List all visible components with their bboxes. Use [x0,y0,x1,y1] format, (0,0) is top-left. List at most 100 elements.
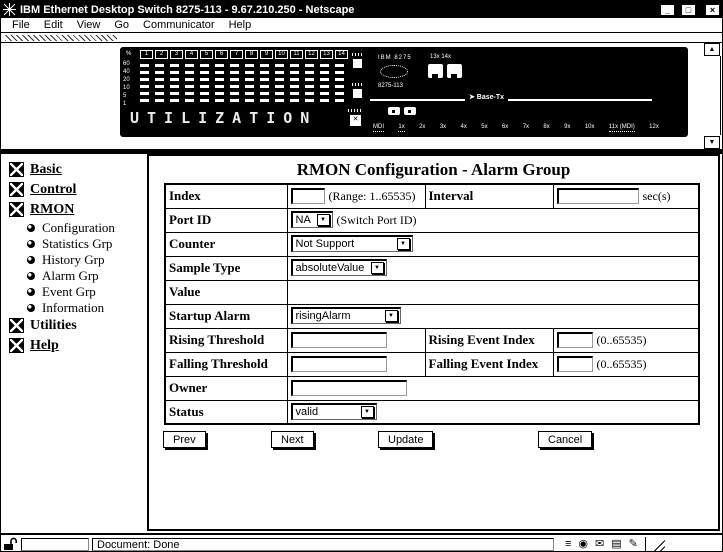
collapsed-toolbar-tab[interactable] [5,35,117,41]
port-number-box: 4 [185,50,198,59]
sidebar-item-basic[interactable]: Basic [9,161,147,178]
sidebar-link-label[interactable]: Help [30,338,59,354]
port-number-box: 3 [170,50,183,59]
rising-threshold-input[interactable] [291,332,387,348]
falling-event-index-label: Falling Event Index [425,352,553,376]
sidebar-sub-label[interactable]: Event Grp [42,284,96,300]
title-bar: IBM Ethernet Desktop Switch 8275-113 - 9… [1,1,722,18]
table-row: Startup Alarm risingAlarm ▼ [165,304,699,328]
port-id-select[interactable]: NA ▼ [291,211,333,228]
port-number-box: 8 [245,50,258,59]
startup-alarm-select[interactable]: risingAlarm ▼ [291,307,401,324]
sidebar-sub-label[interactable]: Information [42,300,104,316]
update-button[interactable]: Update [378,431,433,448]
sidebar-sub-label[interactable]: History Grp [42,252,104,268]
interval-input[interactable] [557,188,639,204]
bullet-icon [27,240,35,248]
broken-image-icon [9,318,24,333]
sidebar-link-label[interactable]: Basic [30,162,62,178]
broken-image-icon [9,202,24,217]
sidebar-item-statistics-grp[interactable]: Statistics Grp [27,237,147,250]
rising-event-index-label: Rising Event Index [425,328,553,352]
sidebar-item-history-grp[interactable]: History Grp [27,253,147,266]
dropdown-arrow-icon[interactable]: ▼ [385,310,398,322]
falling-event-index-input[interactable] [557,356,593,372]
sample-type-select[interactable]: absoluteValue ▼ [291,259,387,276]
scroll-up-icon[interactable]: ▲ [704,43,720,56]
falling-threshold-input[interactable] [291,356,387,372]
counter-select[interactable]: Not Support ▼ [291,235,413,252]
sidebar-sub-label[interactable]: Statistics Grp [42,236,112,252]
component-bar-handle-icon[interactable]: ≡ [565,538,571,551]
broken-image-icon [9,162,24,177]
sidebar-item-alarm-grp[interactable]: Alarm Grp [27,269,147,282]
maximize-button[interactable]: □ [681,4,696,16]
bullet-icon [27,272,35,280]
resize-grip[interactable] [651,537,665,551]
scale-label: 5 [123,94,130,99]
table-row: Port ID NA ▼ (Switch Port ID) [165,208,699,232]
led-indicator-label [352,83,364,86]
port-id-selected-value: NA [296,214,311,226]
dropdown-arrow-icon[interactable]: ▼ [317,214,330,226]
rj45-port-icon [447,64,462,78]
security-padlock-open-icon[interactable] [3,537,18,551]
navigation-frame: Basic Control RMON Configuration Statist… [1,154,147,533]
top-frame-scrollbar[interactable]: ▲ ▼ [704,43,721,149]
sidebar-item-rmon[interactable]: RMON [9,201,147,218]
owner-label: Owner [165,376,287,400]
close-button[interactable]: × [705,4,720,16]
counter-selected-value: Not Support [296,238,355,250]
sidebar-sub-label[interactable]: Alarm Grp [42,268,99,284]
table-row: Sample Type absoluteValue ▼ [165,256,699,280]
sidebar-item-control[interactable]: Control [9,181,147,198]
dropdown-arrow-icon[interactable]: ▼ [397,238,410,250]
sidebar-sub-label[interactable]: Configuration [42,220,115,236]
prev-button[interactable]: Prev [163,431,206,448]
scale-label: 1 [123,102,130,107]
table-row: Index (Range: 1..65535) Interval sec(s) [165,184,699,208]
sidebar-item-event-grp[interactable]: Event Grp [27,285,147,298]
sidebar-item-configuration[interactable]: Configuration [27,221,147,234]
next-button[interactable]: Next [271,431,314,448]
led-indicator-label [352,53,364,56]
menu-file[interactable]: File [5,19,37,31]
port-label: 4x [461,124,467,132]
reset-button-icon: ✕ [350,115,361,126]
ibm-logo-icon [380,65,408,78]
bus-label: ➤ Base-Tx [465,93,508,101]
menu-view[interactable]: View [70,19,108,31]
index-input[interactable] [291,188,325,204]
sidebar-item-help[interactable]: Help [9,337,147,354]
discussions-icon[interactable]: ▤ [611,538,621,551]
menu-communicator[interactable]: Communicator [136,19,222,31]
interval-label: Interval [425,184,553,208]
sidebar-link-label[interactable]: RMON [30,202,74,218]
rising-event-index-input[interactable] [557,332,593,348]
navigator-icon[interactable]: ◉ [578,538,588,551]
dropdown-arrow-icon[interactable]: ▼ [361,406,374,418]
dropdown-arrow-icon[interactable]: ▼ [371,262,384,274]
utilization-scale: 60 40 20 10 5 1 [123,62,130,107]
composer-icon[interactable]: ✎ [629,538,638,551]
mailbox-icon[interactable]: ✉ [595,538,604,551]
status-message: Document: Done [92,538,554,551]
scale-label: 40 [123,70,130,75]
status-selected-value: valid [296,406,319,418]
scroll-down-icon[interactable]: ▼ [704,136,720,149]
sidebar-link-label[interactable]: Control [30,182,76,198]
minimize-button[interactable]: _ [660,4,675,16]
owner-input[interactable] [291,380,407,396]
sidebar-item-utilities[interactable]: Utilities [9,317,147,334]
sidebar-item-information[interactable]: Information [27,301,147,314]
table-row: Owner [165,376,699,400]
sidebar-link-label[interactable]: Utilities [30,318,77,334]
menu-help[interactable]: Help [222,19,259,31]
component-bar: ≡ ◉ ✉ ▤ ✎ [565,538,638,551]
menu-edit[interactable]: Edit [37,19,70,31]
status-select[interactable]: valid ▼ [291,403,377,420]
status-bar: Document: Done ≡ ◉ ✉ ▤ ✎ [1,533,722,552]
scrollbar-track[interactable] [704,56,721,135]
cancel-button[interactable]: Cancel [538,431,592,448]
menu-go[interactable]: Go [107,19,136,31]
